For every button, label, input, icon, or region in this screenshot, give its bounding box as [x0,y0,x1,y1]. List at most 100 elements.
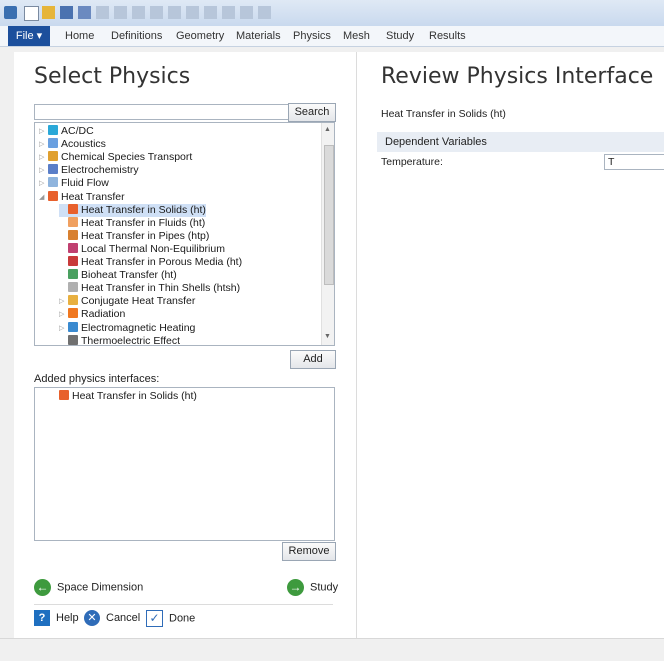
expand-arrow-icon[interactable]: ▷ [59,308,68,321]
echem-icon [48,164,58,175]
acdc-icon [48,125,58,135]
shell-icon [68,282,78,293]
tree-item[interactable]: Heat Transfer in Pipes (htp) [59,229,210,243]
expand-arrow-icon[interactable]: ▷ [59,295,68,308]
remove-button[interactable]: Remove [282,542,336,561]
tree-item[interactable]: ◢ Heat Transfer [39,190,125,204]
tree-item[interactable]: ▷ Radiation [59,308,125,321]
tree-item[interactable]: Local Thermal Non-Equilibrium [59,242,225,256]
added-item-label: Heat Transfer in Solids (ht) [72,390,197,402]
tab-home[interactable]: Home [65,30,94,42]
help-button[interactable]: ? Help [34,610,79,626]
tree-item-label: Heat Transfer in Pipes (htp) [81,229,210,242]
duplicate-icon[interactable] [186,6,199,19]
tab-definitions[interactable]: Definitions [111,30,162,42]
open-folder-icon[interactable] [42,6,55,19]
tree-item-label: Local Thermal Non-Equilibrium [81,242,225,255]
expand-arrow-icon[interactable]: ▷ [59,322,68,335]
heat-icon [48,190,58,201]
tree-item[interactable]: Thermoelectric Effect [59,334,181,346]
tab-study[interactable]: Study [386,30,414,42]
save-icon[interactable] [60,6,73,19]
tree-item-label: Heat Transfer in Porous Media (ht) [81,256,243,268]
status-bar [0,638,664,661]
scrollbar-thumb[interactable] [324,145,334,285]
expand-arrow-icon[interactable]: ◢ [39,191,48,204]
tree-item-label: Heat Transfer in Thin Shells (htsh) [81,282,241,295]
expand-arrow-icon[interactable]: ▷ [39,177,48,190]
fluids-icon [68,216,78,227]
tab-physics[interactable]: Physics [293,30,331,42]
search-input[interactable] [34,104,290,120]
study-label: Study [310,581,339,594]
tree-item[interactable]: Heat Transfer in Porous Media (ht) [59,256,242,269]
tree-item-label: Conjugate Heat Transfer [81,295,196,308]
added-interfaces-list[interactable]: Heat Transfer in Solids (ht) [34,387,335,541]
expand-arrow-icon[interactable]: ▷ [39,151,48,164]
enable-icon[interactable] [222,6,235,19]
heat-solids-icon [59,390,69,400]
arrow-left-icon: ← [34,579,51,596]
run-icon[interactable] [96,6,109,19]
tab-results[interactable]: Results [429,30,466,42]
tree-item[interactable]: ▷ Electrochemistry [39,164,139,177]
tab-materials[interactable]: Materials [236,30,281,42]
fluid-icon [48,177,58,188]
temperature-field[interactable]: T [604,154,664,170]
window-layout-icon[interactable] [258,6,271,19]
solids-icon [68,203,78,214]
scroll-down-icon[interactable]: ▼ [324,333,331,340]
expand-arrow-icon[interactable]: ▷ [39,164,48,177]
paste-icon[interactable] [168,6,181,19]
new-file-icon[interactable] [24,6,39,21]
delete-icon[interactable] [204,6,217,19]
add-button[interactable]: Add [290,350,336,369]
checkmark-icon: ✓ [146,610,163,627]
tab-mesh[interactable]: Mesh [343,30,370,42]
tree-item[interactable]: ▷ Electromagnetic Heating [59,321,196,335]
done-button[interactable]: ✓ Done [146,610,195,627]
tree-item[interactable]: ▷ Fluid Flow [39,177,109,190]
tree-scrollbar[interactable]: ▲ ▼ [321,123,334,345]
tree-item[interactable]: ▷ Acoustics [39,138,106,151]
acoustics-icon [48,138,58,149]
app-icon[interactable] [4,6,17,19]
done-label: Done [169,612,196,625]
search-button[interactable]: Search [288,103,336,122]
cancel-label: Cancel [106,611,141,624]
tree-item-label: Thermoelectric Effect [81,334,181,346]
help-icon: ? [34,610,50,626]
chem-icon [48,151,58,162]
ribbon-tabs: File ▾ Home Definitions Geometry Materia… [0,26,664,47]
space-dimension-button[interactable]: ← Space Dimension [34,579,143,596]
cancel-button[interactable]: ✕ Cancel [84,610,140,626]
tab-geometry[interactable]: Geometry [176,30,224,42]
study-button[interactable]: → Study [287,579,338,596]
tree-item-label: Chemical Species Transport [61,151,193,164]
tree-item[interactable]: Heat Transfer in Fluids (ht) [59,216,205,230]
arrow-right-icon: → [287,579,304,596]
save-as-icon[interactable] [78,6,91,19]
scroll-up-icon[interactable]: ▲ [324,126,331,133]
tree-item[interactable]: ▷ Conjugate Heat Transfer [59,295,195,308]
tree-item[interactable]: Heat Transfer in Solids (ht) [59,203,206,217]
file-menu-button[interactable]: File ▾ [8,26,50,46]
temperature-label: Temperature: [381,156,443,168]
expand-arrow-icon[interactable]: ▷ [39,138,48,151]
tree-item[interactable]: Heat Transfer in Thin Shells (htsh) [59,282,240,295]
select-physics-panel: Select Physics Search ▲ ▼ ▷ AC/DC ▷ Acousti… [14,52,357,638]
redo-icon[interactable] [132,6,145,19]
expand-arrow-icon[interactable]: ▷ [39,125,48,138]
copy-icon[interactable] [150,6,163,19]
physics-tree[interactable]: ▲ ▼ ▷ AC/DC ▷ Acoustics ▷ Chemical Species Tr… [34,122,335,346]
tree-item[interactable]: ▷ AC/DC [39,125,94,138]
tree-item-label: Electromagnetic Heating [81,321,196,334]
list-item[interactable]: Heat Transfer in Solids (ht) [59,390,197,403]
dependent-variables-header[interactable]: Dependent Variables [377,132,664,152]
rad-icon [68,308,78,319]
disable-icon[interactable] [240,6,253,19]
tree-item-label: Electrochemistry [61,164,139,177]
undo-icon[interactable] [114,6,127,19]
tree-item[interactable]: ▷ Chemical Species Transport [39,151,192,164]
tree-item[interactable]: Bioheat Transfer (ht) [59,269,177,282]
